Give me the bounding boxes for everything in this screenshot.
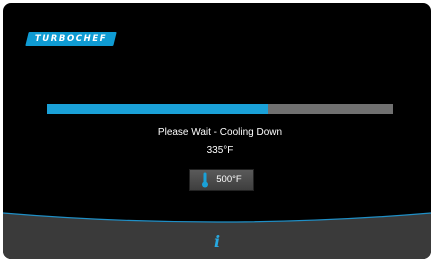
- setpoint-label: 500°F: [216, 174, 242, 185]
- status-message: Please Wait - Cooling Down: [157, 127, 283, 138]
- logo-text: TURBOCHEF: [34, 34, 108, 44]
- turbochef-logo: TURBOCHEF: [25, 32, 117, 46]
- setpoint-temperature-button[interactable]: 500°F: [189, 169, 254, 191]
- thermometer-icon: [202, 172, 209, 188]
- progress-fill: [47, 104, 269, 114]
- display-panel: TURBOCHEF Please Wait - Cooling Down 335…: [3, 3, 431, 259]
- cooldown-progress-bar: [47, 104, 393, 114]
- current-temperature: 335°F: [206, 145, 234, 156]
- oven-screen: TURBOCHEF Please Wait - Cooling Down 335…: [0, 0, 434, 261]
- info-icon: i: [213, 232, 221, 251]
- info-button[interactable]: i: [205, 231, 229, 253]
